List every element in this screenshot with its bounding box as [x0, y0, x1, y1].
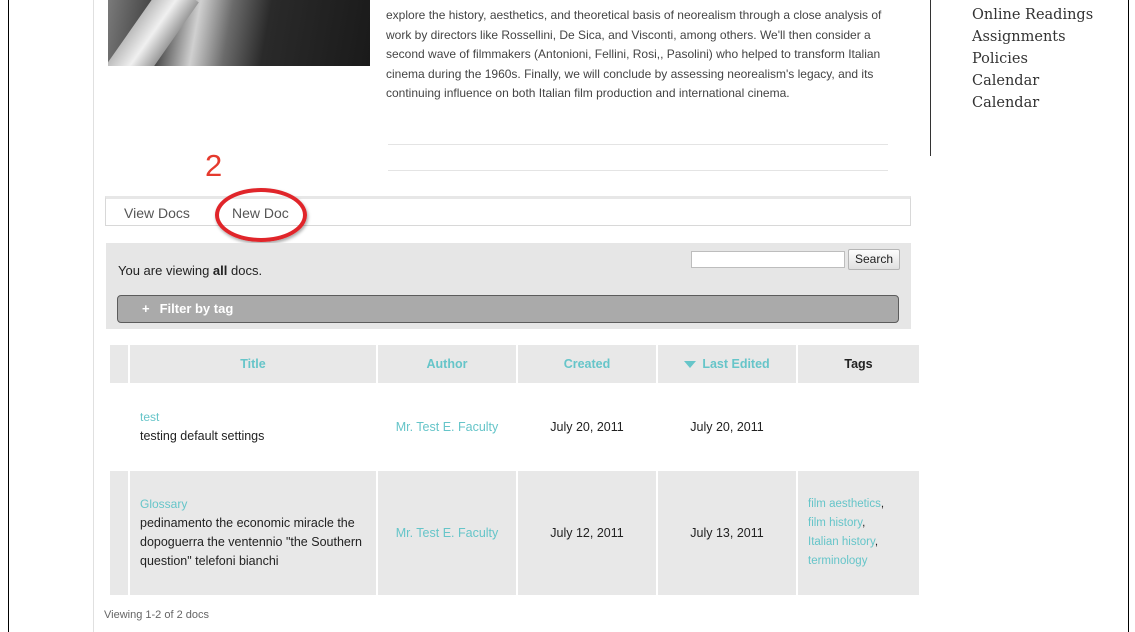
pagination-count: Viewing 1-2 of 2 docs: [104, 609, 209, 621]
doc-tags-cell: [798, 383, 919, 471]
sort-descending-icon: [684, 361, 697, 369]
tag-link[interactable]: film aesthetics: [808, 498, 881, 510]
tab-view-docs[interactable]: View Docs: [124, 205, 190, 221]
doc-author-cell: Mr. Test E. Faculty: [378, 471, 516, 595]
doc-title-link[interactable]: test: [140, 408, 376, 427]
doc-author-link[interactable]: Mr. Test E. Faculty: [396, 420, 499, 434]
column-header-tags: Tags: [798, 345, 919, 383]
doc-excerpt: testing default settings: [140, 429, 265, 443]
table-row: Glossary pedinamento the economic miracl…: [110, 471, 919, 595]
sidebar-item-calendar[interactable]: Calendar: [972, 70, 1093, 92]
column-header-title[interactable]: Title: [130, 345, 376, 383]
sidebar-nav: Online Readings Assignments Policies Cal…: [972, 4, 1093, 114]
doc-author-link[interactable]: Mr. Test E. Faculty: [396, 526, 499, 540]
docs-table: Title Author Created Last Edited Tags te…: [108, 345, 921, 595]
doc-author-cell: Mr. Test E. Faculty: [378, 383, 516, 471]
table-header-row: Title Author Created Last Edited Tags: [110, 345, 919, 383]
course-description: explore the history, aesthetics, and the…: [386, 8, 882, 100]
tag-link[interactable]: terminology: [808, 555, 867, 567]
doc-created-cell: July 12, 2011: [518, 471, 656, 595]
sidebar-item-online-readings[interactable]: Online Readings: [972, 4, 1093, 26]
divider: [388, 144, 888, 145]
doc-tags-cell: film aesthetics, film history, Italian h…: [798, 471, 919, 595]
viewing-status: You are viewing all docs.: [118, 263, 262, 278]
doc-last-edited-cell: July 20, 2011: [658, 383, 796, 471]
tag-link[interactable]: Italian history: [808, 536, 875, 548]
sidebar-item-policies[interactable]: Policies: [972, 48, 1093, 70]
sidebar-divider: [930, 0, 931, 156]
table-row: test testing default settings Mr. Test E…: [110, 383, 919, 471]
doc-title-cell: Glossary pedinamento the economic miracl…: [130, 471, 376, 595]
column-header-last-edited[interactable]: Last Edited: [658, 345, 796, 383]
filter-by-tag-label: Filter by tag: [159, 301, 234, 316]
page-border-left: [8, 0, 9, 632]
doc-last-edited-cell: July 13, 2011: [658, 471, 796, 595]
sidebar-item-assignments[interactable]: Assignments: [972, 26, 1093, 48]
annotation-step-number: 2: [205, 148, 223, 183]
doc-title-link[interactable]: Glossary: [140, 495, 376, 514]
doc-excerpt: pedinamento the economic miracle the dop…: [140, 516, 362, 568]
docs-filter-panel: You are viewing all docs. Search + Filter…: [106, 243, 911, 329]
viewing-scope: all: [212, 263, 228, 278]
page-border-right: [1128, 0, 1129, 632]
search-button[interactable]: Search: [848, 249, 900, 270]
viewing-prefix: You are viewing: [118, 263, 213, 278]
plus-icon: +: [142, 301, 150, 316]
table-header-spacer: [110, 345, 128, 383]
column-header-author[interactable]: Author: [378, 345, 516, 383]
search-input[interactable]: [691, 251, 845, 268]
sidebar-item-calendar-2[interactable]: Calendar: [972, 92, 1093, 114]
divider: [388, 170, 888, 171]
course-hero-image: [108, 0, 370, 66]
doc-created-cell: July 20, 2011: [518, 383, 656, 471]
doc-title-cell: test testing default settings: [130, 383, 376, 471]
annotation-highlight-circle: [215, 188, 307, 242]
content-column-border: [93, 0, 94, 632]
column-header-last-edited-label: Last Edited: [702, 357, 770, 371]
tag-link[interactable]: film history: [808, 517, 862, 529]
filter-by-tag-toggle[interactable]: + Filter by tag: [117, 295, 899, 323]
column-header-created[interactable]: Created: [518, 345, 656, 383]
viewing-suffix: docs.: [227, 263, 263, 278]
